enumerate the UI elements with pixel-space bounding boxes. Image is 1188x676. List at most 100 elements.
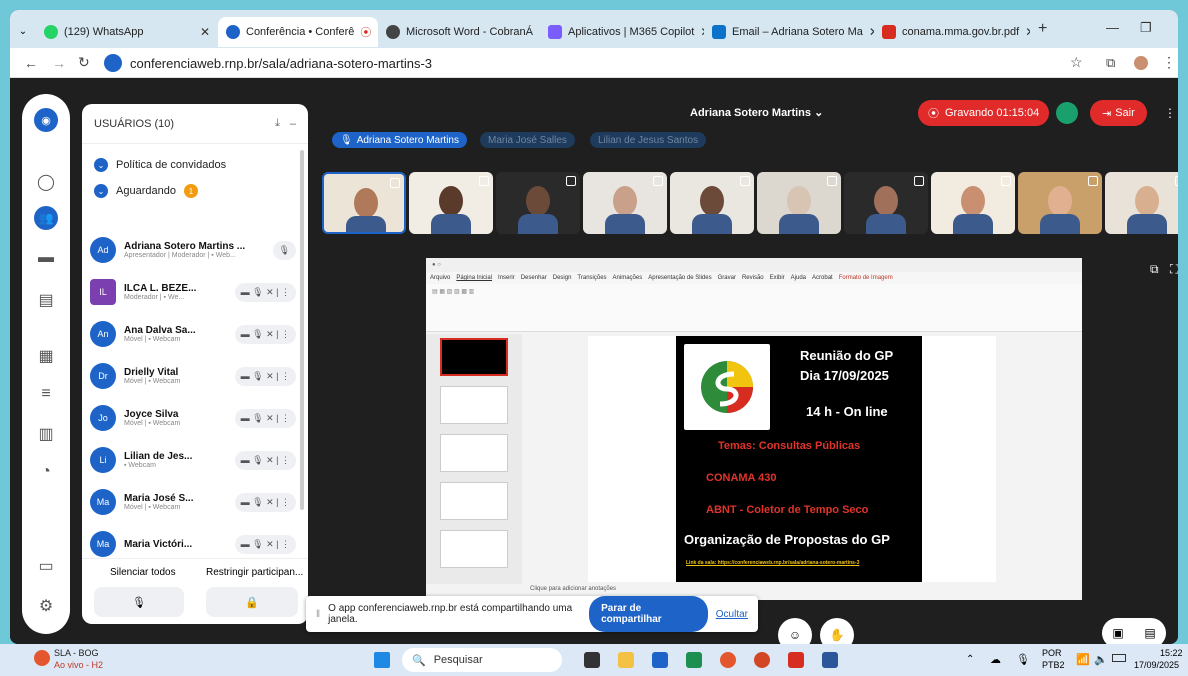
pin-icon[interactable] [827, 176, 837, 186]
scrollbar[interactable] [300, 150, 304, 510]
forward-icon[interactable]: → [52, 55, 66, 71]
more-icon[interactable]: ⋮ [281, 539, 290, 549]
hide-button[interactable]: Ocultar [716, 609, 748, 620]
participant-video[interactable] [322, 172, 406, 234]
fullscreen-icon[interactable]: ⛶ [1170, 262, 1178, 277]
users-icon[interactable]: 👥 [34, 206, 58, 230]
extensions-icon[interactable]: ⧉ [1106, 55, 1115, 71]
more-icon[interactable]: ⋮ [281, 413, 290, 423]
remove-icon[interactable]: ✕ [266, 371, 274, 381]
user-actions[interactable]: ▬ 🎙 ✕ | ⋮ [234, 366, 296, 386]
mic-off-icon[interactable]: 🎙 [252, 371, 263, 381]
powerpoint-icon[interactable] [754, 652, 770, 668]
pin-icon[interactable] [1088, 176, 1098, 186]
user-row[interactable]: An Ana Dalva Sa... Móvel | ▪ Webcam ▬ 🎙 … [90, 314, 296, 354]
user-actions[interactable]: ▬ 🎙 ✕ | ⋮ [234, 534, 296, 554]
site-info-icon[interactable] [104, 54, 122, 72]
tray-chevron-icon[interactable]: ⌃ [966, 654, 974, 665]
user-actions[interactable]: ▬ 🎙 ✕ | ⋮ [234, 282, 296, 302]
slide-thumb[interactable] [440, 386, 508, 424]
user-row[interactable]: IL ILCA L. BEZE... Moderador | ▪ We... ▬… [90, 272, 296, 312]
raise-hand-button[interactable]: ✋ [820, 618, 854, 644]
word-icon[interactable] [822, 652, 838, 668]
user-row[interactable]: Dr Drielly Vital Móvel | ▪ Webcam ▬ 🎙 ✕ … [90, 356, 296, 396]
mic-off-icon[interactable]: 🎙 [252, 539, 263, 549]
slide[interactable]: Reunião do GP Dia 17/09/2025 14 h - On l… [676, 336, 922, 582]
tab-whatsapp[interactable]: (129) WhatsApp ✕ [36, 17, 218, 47]
timer-icon[interactable]: ◔ [34, 460, 58, 484]
remove-icon[interactable]: ✕ [266, 287, 274, 297]
ppt-menu-item[interactable]: Página Inicial [456, 275, 492, 281]
user-actions[interactable]: 🎙 [272, 240, 296, 260]
remove-icon[interactable]: ✕ [266, 455, 274, 465]
terminal-icon[interactable] [584, 652, 600, 668]
pin-icon[interactable] [653, 176, 663, 186]
ppt-menu-item[interactable]: Apresentação de Slides [648, 275, 711, 281]
participant-video[interactable] [670, 172, 754, 234]
pin-icon[interactable] [1175, 176, 1178, 186]
pin-icon[interactable] [1001, 176, 1011, 186]
participant-video[interactable] [583, 172, 667, 234]
ppt-menu-item[interactable]: Ajuda [791, 275, 806, 281]
mic-off-icon[interactable]: 🎙 [252, 413, 263, 423]
slide-thumb[interactable] [440, 482, 508, 520]
mic-off-icon[interactable]: 🎙 [252, 287, 263, 297]
waiting-toggle[interactable]: ⌄ Aguardando 1 [82, 178, 308, 204]
chat-icon[interactable]: ▬ [34, 246, 58, 270]
reload-icon[interactable]: ↻ [78, 54, 90, 71]
acrobat-icon[interactable] [788, 652, 804, 668]
slide-thumb[interactable] [440, 530, 508, 568]
wifi-icon[interactable]: 📶 [1076, 653, 1090, 666]
participant-video[interactable] [496, 172, 580, 234]
whiteboard-icon[interactable]: ▥ [34, 422, 58, 446]
mic-off-icon[interactable]: 🎙 [252, 455, 263, 465]
tab-email[interactable]: Email – Adriana Sotero Ma ✕ [704, 17, 874, 47]
remove-icon[interactable]: ✕ [266, 497, 274, 507]
tab-pdf[interactable]: conama.mma.gov.br.pdf ✕ [874, 17, 1030, 47]
taskbar-search[interactable]: 🔍 Pesquisar [402, 648, 562, 672]
mute-all-button[interactable]: 🎙 [94, 587, 184, 617]
clock-time[interactable]: 15:22 [1160, 648, 1183, 658]
guest-policy-toggle[interactable]: ⌄ Política de convidados [82, 152, 308, 178]
slide-thumb[interactable] [440, 434, 508, 472]
chat-icon[interactable]: ▬ [241, 539, 250, 549]
camera-layout-icon[interactable]: ▤ [1144, 626, 1155, 640]
participant-video[interactable] [1105, 172, 1178, 234]
user-row[interactable]: Jo Joyce Silva Móvel | ▪ Webcam ▬ 🎙 ✕ | … [90, 398, 296, 438]
ppt-menu-item[interactable]: Design [553, 275, 572, 281]
user-row[interactable]: Li Lilian de Jes... ▪ Webcam ▬ 🎙 ✕ | ⋮ [90, 440, 296, 480]
notes-area[interactable]: Clique para adicionar anotações [530, 586, 616, 592]
participant-video[interactable] [1018, 172, 1102, 234]
popout-icon[interactable]: ⧉ [1150, 262, 1159, 277]
user-actions[interactable]: ▬ 🎙 ✕ | ⋮ [234, 492, 296, 512]
more-icon[interactable]: ⋮ [281, 371, 290, 381]
ppt-menu-item[interactable]: Inserir [498, 275, 515, 281]
user-row[interactable]: Ma Maria José S... Móvel | ▪ Webcam ▬ 🎙 … [90, 482, 296, 522]
start-icon[interactable] [374, 652, 390, 668]
layout-toggle[interactable]: ▣ ▤ [1102, 618, 1166, 644]
download-icon[interactable]: ⤓ [275, 117, 280, 130]
more-options-icon[interactable]: ⋮ [1164, 106, 1176, 120]
ppt-menu-item[interactable]: Revisão [742, 275, 764, 281]
participant-video[interactable] [757, 172, 841, 234]
layout-label[interactable]: PTB2 [1042, 660, 1065, 670]
minimize-icon[interactable]: — [1106, 20, 1119, 35]
more-icon[interactable]: ⋮ [281, 455, 290, 465]
apps-icon[interactable]: ▦ [34, 344, 58, 368]
store-icon[interactable] [652, 652, 668, 668]
restrict-button[interactable]: 🔒 [206, 587, 298, 617]
notes-icon[interactable]: ▤ [34, 288, 58, 312]
chat-icon[interactable]: ▬ [241, 413, 250, 423]
profile-icon[interactable] [1134, 55, 1148, 70]
participant-video[interactable] [931, 172, 1015, 234]
exit-button[interactable]: ⇥ Sair [1090, 100, 1147, 126]
participant-video[interactable] [409, 172, 493, 234]
user-row[interactable]: Ma Maria Victóri... ▬ 🎙 ✕ | ⋮ [90, 524, 296, 558]
volume-icon[interactable]: 🔈 [1094, 653, 1108, 666]
participant-video[interactable] [844, 172, 928, 234]
profile-icon[interactable]: ◯ [34, 170, 58, 194]
stats-icon[interactable]: ▭ [34, 554, 58, 578]
close-icon[interactable]: ✕ [200, 25, 210, 39]
current-user-name[interactable]: Adriana Sotero Martins ⌄ [690, 106, 823, 119]
user-actions[interactable]: ▬ 🎙 ✕ | ⋮ [234, 408, 296, 428]
